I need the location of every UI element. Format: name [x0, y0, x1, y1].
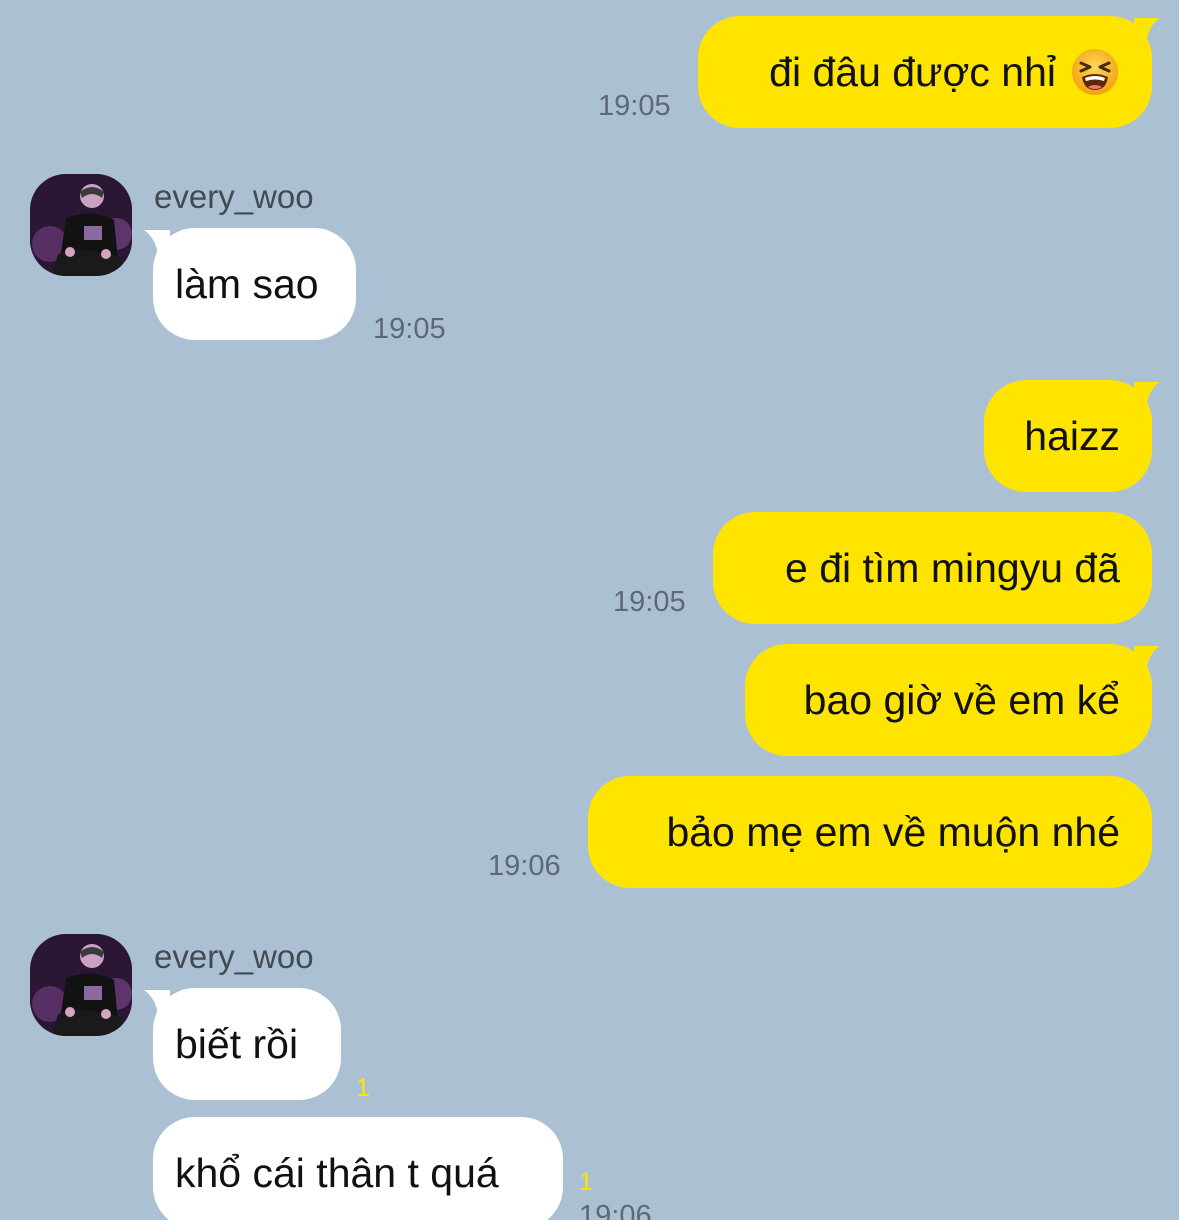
message-bubble-received[interactable]: biết rồi — [144, 988, 341, 1100]
message-time: 19:05 — [598, 90, 671, 122]
bubble-tail — [144, 230, 170, 256]
sender-name: every_woo — [154, 938, 314, 975]
bubble-tail — [144, 990, 170, 1016]
bubble-tail — [1134, 382, 1160, 408]
tired-face-emoji — [1072, 49, 1118, 95]
message-text: biết rồi — [175, 1020, 299, 1067]
avatar[interactable] — [30, 934, 132, 1036]
message-time: 19:06 — [488, 850, 561, 882]
message-bubble-sent[interactable]: e đi tìm mingyu đã — [713, 512, 1152, 624]
chat-area[interactable]: 19:05 đi đâu được nhỉ every_woo làm sao … — [0, 0, 1179, 1220]
sender-name: every_woo — [154, 178, 314, 215]
message-bubble-received[interactable]: khổ cái thân t quá — [153, 1117, 563, 1220]
message-time: 19:06 — [579, 1200, 652, 1220]
message-bubble-sent[interactable]: bảo mẹ em về muộn nhé — [588, 776, 1152, 888]
message-text: đi đâu được nhỉ — [769, 48, 1056, 95]
unread-count: 1 — [579, 1168, 593, 1196]
message-time: 19:05 — [373, 313, 446, 345]
message-text: haizz — [1024, 412, 1120, 459]
message-bubble-sent[interactable]: đi đâu được nhỉ — [698, 16, 1160, 128]
message-text: làm sao — [175, 260, 319, 307]
avatar-photo — [30, 934, 132, 1036]
unread-count: 1 — [356, 1074, 370, 1102]
message-bubble-sent[interactable]: haizz — [984, 380, 1160, 492]
message-bubble-sent[interactable]: bao giờ về em kể — [745, 644, 1160, 756]
message-text: e đi tìm mingyu đã — [785, 544, 1120, 591]
message-text: bao giờ về em kể — [803, 676, 1120, 723]
message-text: khổ cái thân t quá — [175, 1149, 499, 1196]
message-bubble-received[interactable]: làm sao — [144, 228, 356, 340]
bubble-tail — [1134, 18, 1160, 44]
message-text: bảo mẹ em về muộn nhé — [666, 808, 1120, 855]
avatar-photo — [30, 174, 132, 276]
avatar[interactable] — [30, 174, 132, 276]
bubble-tail — [1134, 646, 1160, 672]
message-time: 19:05 — [613, 586, 686, 618]
